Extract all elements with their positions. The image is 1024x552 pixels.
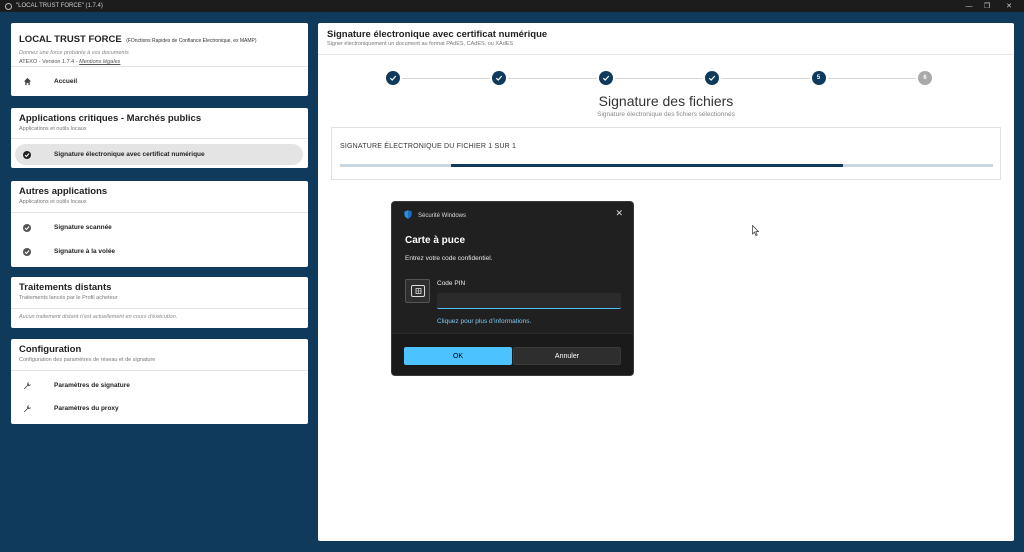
section-title: Applications critiques - Marchés publics [19, 113, 202, 124]
file-progress-label: SIGNATURE ÉLECTRONIQUE DU FICHIER 1 SUR … [340, 143, 517, 150]
app-logo-icon [5, 2, 12, 10]
app-title-note: (FOnctions Rapides de Confiance Electron… [126, 38, 257, 44]
page-title: Signature électronique avec certificat n… [327, 29, 548, 40]
shield-icon [404, 210, 412, 221]
divider [11, 138, 308, 139]
stepper-connector [721, 78, 810, 79]
remote-processing-card: Traitements distants Traitements lancés … [11, 277, 308, 328]
sidebar-item-label: Signature à la volée [54, 248, 116, 255]
checkmark-icon [389, 75, 397, 81]
section-subtitle: Applications et outils locaux [19, 126, 87, 132]
app-info-card: LOCAL TRUST FORCE (FOnctions Rapides de … [11, 23, 308, 96]
sidebar-item-electronic-signature[interactable]: Signature électronique avec certificat n… [15, 144, 303, 165]
page-subtitle: Signer électroniquement un document au f… [327, 41, 514, 47]
stepper-connector [827, 78, 916, 79]
section-title: Autres applications [19, 186, 108, 197]
section-title: Configuration [19, 344, 82, 355]
wrench-icon [21, 404, 33, 413]
version-line: ATEXO - Version 1.7.4 - Mentions légales [19, 59, 300, 65]
progress-indicator [451, 164, 843, 167]
stepper-connector [614, 78, 704, 79]
step-1 [386, 71, 400, 85]
wrench-icon [21, 381, 33, 390]
more-info-link[interactable]: Cliquez pour plus d’informations. [437, 318, 531, 325]
close-window-button[interactable]: ✕ [1000, 0, 1018, 12]
section-subtitle: Applications et outils locaux [19, 199, 87, 205]
critical-apps-card: Applications critiques - Marchés publics… [11, 108, 308, 168]
divider [11, 308, 308, 309]
dialog-message: Entrez votre code confidentiel. [405, 255, 493, 262]
dialog-title: Carte à puce [405, 235, 466, 246]
maximize-button[interactable]: ❐ [978, 0, 996, 12]
progress-bar [340, 164, 993, 167]
checkmark-icon [496, 75, 503, 81]
divider [11, 370, 308, 371]
dialog-footer: OK Annuler [392, 333, 633, 375]
step-3 [598, 71, 613, 85]
stepper-connector [402, 78, 491, 79]
sidebar-item-scanned-signature[interactable]: Signature scannée [15, 217, 303, 238]
sidebar-item-label: Paramètres de signature [54, 382, 130, 389]
checkmark-icon [602, 75, 610, 81]
stepper-connector [508, 78, 597, 79]
window-titlebar: "LOCAL TRUST FORCE" (1.7.4) — ❐ ✕ [0, 0, 1024, 12]
sidebar-item-label: Signature électronique avec certificat n… [54, 151, 205, 158]
app-title: LOCAL TRUST FORCE [19, 34, 122, 45]
home-icon [21, 77, 33, 86]
step-6: 6 [918, 71, 932, 85]
dialog-close-button[interactable]: ✕ [615, 208, 623, 219]
pin-input[interactable] [437, 293, 621, 309]
other-apps-card: Autres applications Applications et outi… [11, 181, 308, 267]
minimize-button[interactable]: — [960, 0, 978, 12]
check-circle-icon [21, 150, 33, 159]
configuration-card: Configuration Configuration des paramètr… [11, 339, 308, 424]
sidebar-item-signature-settings[interactable]: Paramètres de signature [15, 375, 303, 396]
close-icon: ✕ [615, 208, 623, 218]
step-5: 5 [811, 71, 826, 85]
step-4 [705, 71, 720, 85]
file-signature-box: SIGNATURE ÉLECTRONIQUE DU FICHIER 1 SUR … [331, 127, 1001, 180]
divider [11, 66, 308, 67]
divider [11, 212, 308, 213]
sidebar-item-label: Paramètres du proxy [54, 405, 119, 412]
sidebar-item-label: Accueil [54, 78, 78, 85]
check-circle-icon [21, 223, 33, 232]
dialog-header: Sécurité Windows [404, 210, 466, 221]
step-subtitle: Signature électronique des fichiers séle… [597, 111, 735, 118]
legal-notice-link[interactable]: Mentions légales [79, 59, 120, 65]
dialog-header-text: Sécurité Windows [418, 212, 467, 219]
empty-message: Aucun traitement distant n'est actuellem… [19, 314, 178, 320]
check-circle-icon [21, 247, 33, 256]
sidebar-item-proxy-settings[interactable]: Paramètres du proxy [15, 398, 303, 419]
step-title: Signature des fichiers [598, 93, 734, 109]
sidebar-item-home[interactable]: Accueil [15, 71, 303, 92]
sidebar-item-quick-signature[interactable]: Signature à la volée [15, 241, 303, 262]
divider [318, 54, 1014, 55]
ok-button[interactable]: OK [404, 347, 512, 365]
app-tagline: Donnez une force probante à vos document… [19, 50, 129, 56]
section-title: Traitements distants [19, 282, 112, 293]
section-subtitle: Traitements lancés par le Profil acheteu… [19, 295, 118, 301]
mouse-pointer-icon [752, 223, 760, 241]
sidebar-item-label: Signature scannée [54, 224, 112, 231]
checkmark-icon [709, 75, 716, 81]
app-title-line: LOCAL TRUST FORCE (FOnctions Rapides de … [19, 29, 300, 47]
smart-card-icon [405, 279, 430, 303]
section-subtitle: Configuration des paramètres de réseau e… [19, 357, 156, 363]
pin-label: Code PIN [437, 280, 466, 287]
version-text: ATEXO - Version 1.7.4 - [19, 59, 78, 65]
cancel-button[interactable]: Annuler [513, 347, 621, 365]
window-title: "LOCAL TRUST FORCE" (1.7.4) [16, 3, 103, 9]
step-2 [492, 71, 507, 85]
windows-security-dialog: Sécurité Windows ✕ Carte à puce Entrez v… [391, 201, 634, 376]
